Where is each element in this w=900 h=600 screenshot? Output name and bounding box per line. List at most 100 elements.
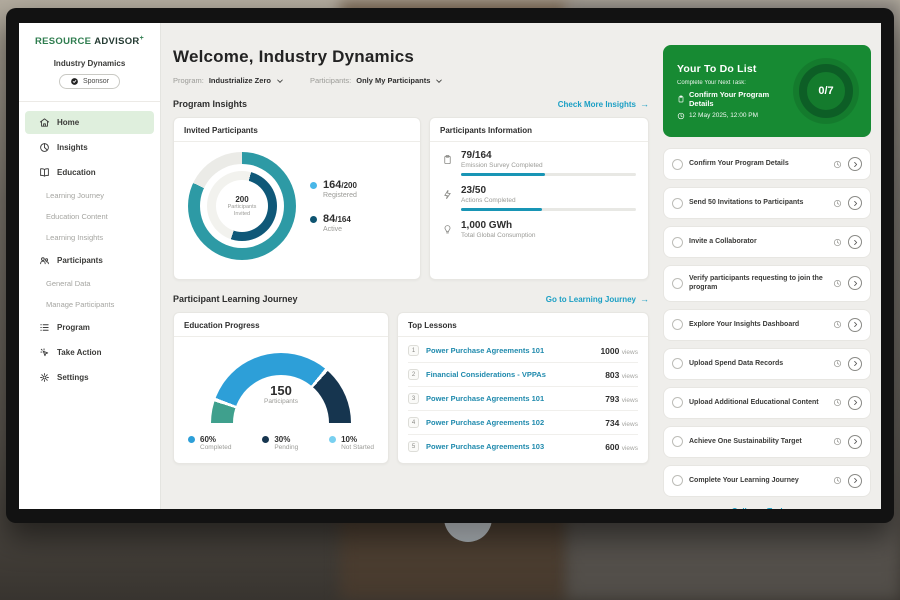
task-checkbox[interactable] bbox=[672, 237, 683, 248]
sidebar-item-label: Learning Insights bbox=[46, 233, 103, 242]
sponsor-label: Sponsor bbox=[83, 78, 109, 85]
legend-value: 84/164 bbox=[323, 213, 351, 225]
top-lessons-card: Top Lessons 1Power Purchase Agreements 1… bbox=[397, 312, 649, 464]
task-open-button[interactable] bbox=[848, 157, 862, 171]
metric-value: 23/50 bbox=[461, 185, 636, 196]
task-checkbox[interactable] bbox=[672, 475, 683, 486]
participants-information-card: Participants Information 79/164Emission … bbox=[429, 117, 649, 280]
task-open-button[interactable] bbox=[848, 474, 862, 488]
progress-fill bbox=[461, 173, 545, 176]
lesson-row: 5Power Purchase Agreements 103600 views bbox=[408, 435, 638, 458]
invited-legend: 164/200Registered84/164Active bbox=[310, 179, 357, 233]
filters-row: Program: Industrialize Zero Participants… bbox=[173, 76, 649, 85]
home-icon bbox=[39, 117, 50, 128]
progress-fill bbox=[461, 208, 542, 211]
sidebar-item-education[interactable]: Education bbox=[25, 161, 154, 184]
lesson-rank: 1 bbox=[408, 345, 419, 356]
participants-icon bbox=[39, 255, 50, 266]
sponsor-icon bbox=[70, 77, 79, 86]
chevron-up-icon bbox=[794, 507, 802, 509]
todo-summary-card: Your To Do List Complete Your Next Task:… bbox=[663, 45, 871, 137]
clipboard-icon bbox=[677, 95, 685, 103]
chevron-down-icon bbox=[435, 77, 443, 85]
lesson-views: 1000 views bbox=[600, 346, 638, 356]
metric-emission-survey-completed: 79/164Emission Survey Completed bbox=[442, 150, 636, 176]
task-checkbox[interactable] bbox=[672, 198, 683, 209]
task-open-button[interactable] bbox=[848, 357, 862, 371]
todo-subtitle: Complete Your Next Task: bbox=[677, 80, 785, 86]
progress-track bbox=[461, 173, 636, 176]
collapse-tasks-label: Collapse Tasks bbox=[732, 507, 790, 509]
participants-select[interactable]: Participants: Only My Participants bbox=[310, 76, 443, 85]
task-label: Explore Your Insights Dashboard bbox=[689, 320, 827, 329]
task-open-button[interactable] bbox=[848, 318, 862, 332]
task-open-button[interactable] bbox=[848, 235, 862, 249]
go-to-learning-journey-link[interactable]: Go to Learning Journey → bbox=[546, 294, 649, 304]
task-invite-a-collaborator: Invite a Collaborator bbox=[663, 226, 871, 258]
clock-icon bbox=[833, 476, 842, 485]
lesson-rank: 5 bbox=[408, 441, 419, 452]
collapse-tasks-link[interactable]: Collapse Tasks bbox=[663, 507, 871, 509]
todo-next-task-label: Confirm Your Program Details bbox=[689, 90, 785, 108]
legend-item-not-started: 10%Not Started bbox=[329, 435, 374, 451]
sidebar-item-general-data[interactable]: General Data bbox=[25, 274, 154, 293]
sidebar-item-label: Education bbox=[57, 168, 96, 177]
sidebar-item-take-action[interactable]: Take Action bbox=[25, 341, 154, 364]
task-label: Send 50 Invitations to Participants bbox=[689, 198, 827, 207]
learning-journey-header: Participant Learning Journey Go to Learn… bbox=[173, 294, 649, 304]
donut-center: 200 Participants Invited bbox=[216, 180, 268, 232]
go-to-learning-journey-label: Go to Learning Journey bbox=[546, 295, 636, 304]
clock-icon bbox=[833, 279, 842, 288]
task-open-button[interactable] bbox=[848, 196, 862, 210]
metric-main: 1,000 GWhTotal Global Consumption bbox=[461, 220, 636, 239]
task-label: Verify participants requesting to join t… bbox=[689, 274, 827, 293]
lesson-link[interactable]: Power Purchase Agreements 103 bbox=[426, 442, 598, 451]
legend-value: 60% bbox=[200, 435, 231, 444]
sidebar-item-settings[interactable]: Settings bbox=[25, 366, 154, 389]
legend-dot bbox=[329, 436, 336, 443]
todo-next-task: Confirm Your Program Details bbox=[677, 90, 785, 108]
task-open-button[interactable] bbox=[848, 435, 862, 449]
sidebar-item-label: Home bbox=[57, 118, 79, 127]
task-checkbox[interactable] bbox=[672, 436, 683, 447]
lesson-link[interactable]: Power Purchase Agreements 101 bbox=[426, 394, 598, 403]
sponsor-badge[interactable]: Sponsor bbox=[59, 74, 120, 89]
task-checkbox[interactable] bbox=[672, 358, 683, 369]
sidebar-item-program[interactable]: Program bbox=[25, 316, 154, 339]
legend-value: 10% bbox=[341, 435, 374, 444]
check-more-insights-link[interactable]: Check More Insights → bbox=[558, 99, 649, 109]
invited-participants-card: Invited Participants 200 Participants In… bbox=[173, 117, 421, 280]
sidebar-item-participants[interactable]: Participants bbox=[25, 249, 154, 272]
sidebar-item-home[interactable]: Home bbox=[25, 111, 154, 134]
lesson-link[interactable]: Power Purchase Agreements 102 bbox=[426, 418, 598, 427]
legend-text: 164/200Registered bbox=[323, 179, 357, 199]
todo-progress-value: 0/7 bbox=[818, 85, 833, 97]
legend-value: 30% bbox=[274, 435, 298, 444]
task-checkbox[interactable] bbox=[672, 397, 683, 408]
sidebar-item-manage-participants[interactable]: Manage Participants bbox=[25, 295, 154, 314]
education-legend: 60%Completed30%Pending10%Not Started bbox=[174, 423, 388, 451]
task-open-button[interactable] bbox=[848, 396, 862, 410]
org-name: Industry Dynamics bbox=[19, 59, 160, 68]
program-select[interactable]: Program: Industrialize Zero bbox=[173, 76, 284, 85]
sidebar-nav: Home Insights Education Learning Journey Edu… bbox=[19, 110, 160, 390]
participants-information-body: 79/164Emission Survey Completed23/50Acti… bbox=[430, 142, 648, 256]
sidebar-item-education-content[interactable]: Education Content bbox=[25, 207, 154, 226]
chevron-down-icon bbox=[276, 77, 284, 85]
lesson-views: 734 views bbox=[605, 418, 638, 428]
lesson-rank: 4 bbox=[408, 417, 419, 428]
task-checkbox[interactable] bbox=[672, 319, 683, 330]
sidebar-item-learning-insights[interactable]: Learning Insights bbox=[25, 228, 154, 247]
lesson-link[interactable]: Financial Considerations - VPPAs bbox=[426, 370, 598, 379]
lesson-link[interactable]: Power Purchase Agreements 101 bbox=[426, 346, 593, 355]
arrow-right-icon: → bbox=[640, 99, 649, 109]
check-more-insights-label: Check More Insights bbox=[558, 100, 636, 109]
task-open-button[interactable] bbox=[848, 276, 862, 290]
task-checkbox[interactable] bbox=[672, 159, 683, 170]
task-label: Confirm Your Program Details bbox=[689, 159, 827, 168]
sidebar-item-label: Participants bbox=[57, 256, 103, 265]
task-checkbox[interactable] bbox=[672, 278, 683, 289]
sidebar-item-insights[interactable]: Insights bbox=[25, 136, 154, 159]
sidebar-item-learning-journey[interactable]: Learning Journey bbox=[25, 186, 154, 205]
education-icon bbox=[39, 167, 50, 178]
